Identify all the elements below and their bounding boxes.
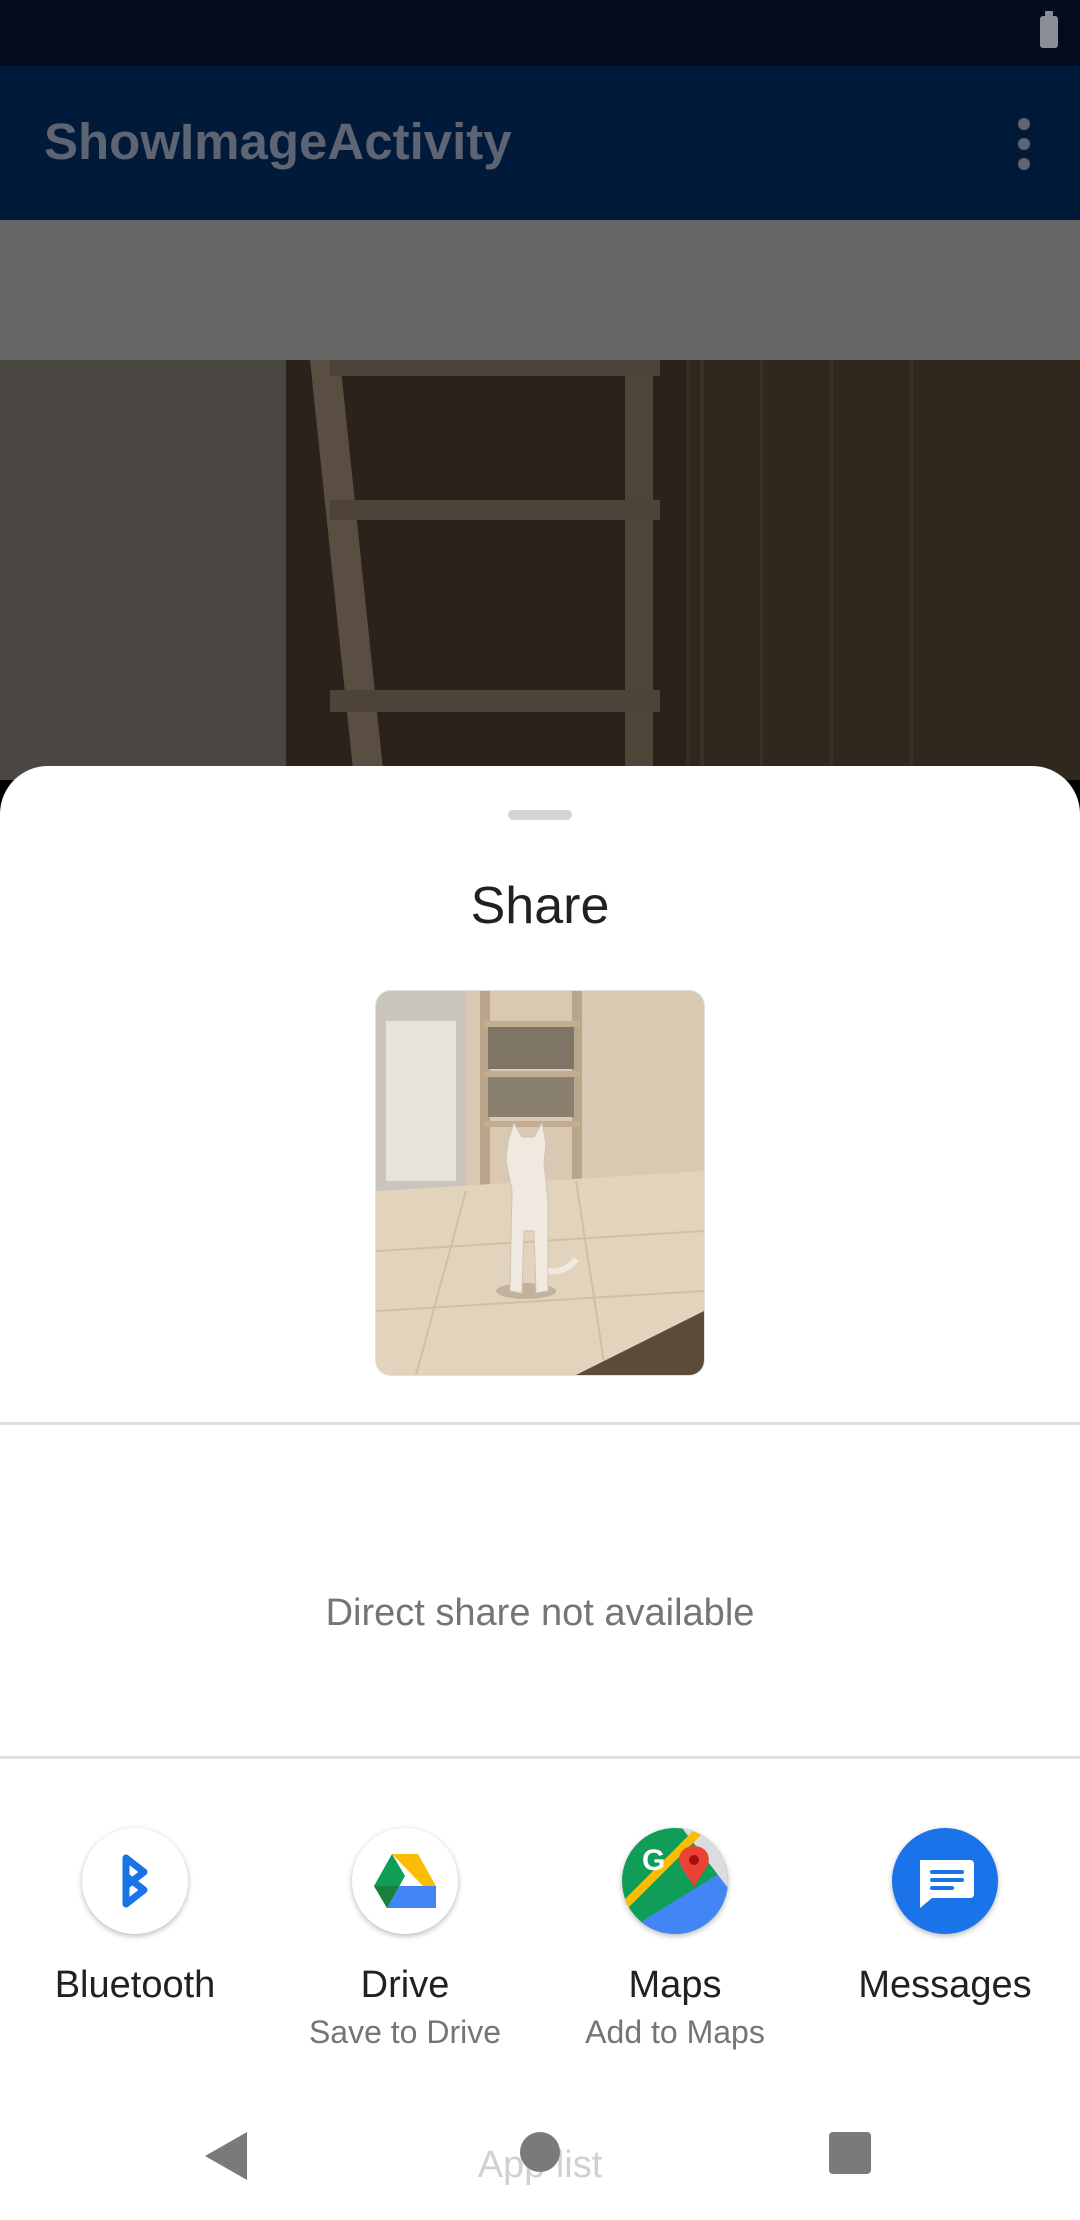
app-sublabel: Add to Maps xyxy=(585,2014,765,2050)
divider xyxy=(0,1756,1080,1759)
share-target-bluetooth[interactable]: Bluetooth xyxy=(0,1828,270,2058)
share-target-messages[interactable]: Messages xyxy=(810,1828,1080,2058)
navigation-bar: App list xyxy=(0,2088,1080,2220)
overflow-menu-icon[interactable] xyxy=(1016,118,1032,170)
svg-text:G: G xyxy=(642,1844,665,1877)
direct-share-message: Direct share not available xyxy=(325,1592,755,1634)
google-maps-icon: G xyxy=(622,1828,728,1934)
share-sheet: Share Direct share not available Bluetoo… xyxy=(0,766,1080,2088)
google-drive-icon xyxy=(352,1828,458,1934)
divider xyxy=(0,1422,1080,1425)
background-image xyxy=(0,360,1080,780)
share-title: Share xyxy=(470,877,610,935)
app-sublabel: Save to Drive xyxy=(308,2014,502,2050)
app-label: Maps xyxy=(628,1964,722,2006)
image-preview xyxy=(375,990,705,1376)
share-target-maps[interactable]: G Maps Add to Maps xyxy=(540,1828,810,2058)
status-bar xyxy=(0,0,1080,66)
home-icon[interactable] xyxy=(520,2132,560,2172)
app-label: Messages xyxy=(858,1964,1032,2006)
app-label: Drive xyxy=(360,1964,450,2006)
app-label: Bluetooth xyxy=(54,1964,216,2006)
back-icon[interactable] xyxy=(205,2132,247,2180)
drag-handle[interactable] xyxy=(508,810,572,820)
toolbar-area xyxy=(0,220,1080,360)
app-bar: ShowImageActivity xyxy=(0,66,1080,220)
messages-icon xyxy=(892,1828,998,1934)
battery-icon xyxy=(1040,11,1058,48)
share-target-drive[interactable]: Drive Save to Drive xyxy=(270,1828,540,2058)
app-title: ShowImageActivity xyxy=(44,113,512,170)
bluetooth-icon xyxy=(82,1828,188,1934)
recent-apps-icon[interactable] xyxy=(829,2132,871,2174)
